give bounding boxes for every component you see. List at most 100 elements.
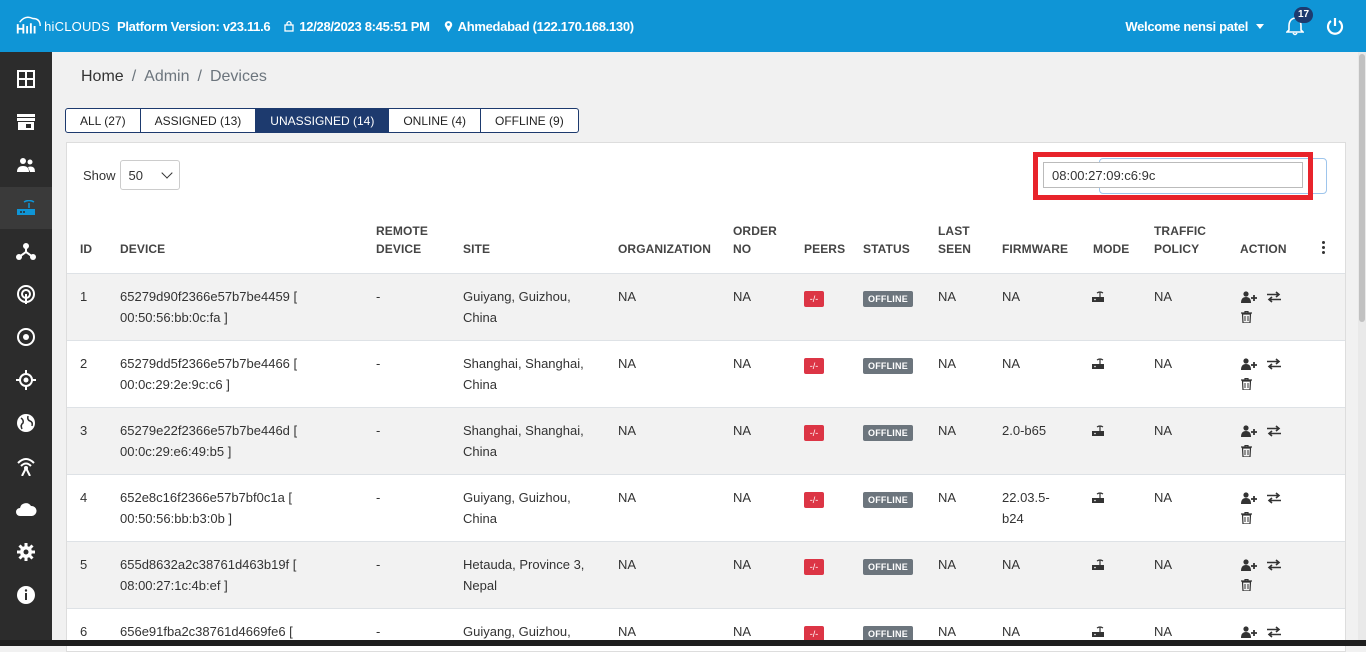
- sidebar-item-cloud[interactable]: [0, 488, 52, 530]
- swap-icon[interactable]: [1267, 626, 1281, 638]
- cell-device[interactable]: 65279dd5f2366e57b7be4466 [00:0c:29:2e:9c…: [120, 353, 297, 395]
- column-header-id[interactable]: ID: [80, 240, 92, 258]
- column-header-organization[interactable]: ORGANIZATION: [618, 240, 711, 258]
- assign-user-icon[interactable]: [1241, 559, 1257, 571]
- cell-remote-device: -: [376, 624, 381, 639]
- sidebar-item-target[interactable]: [0, 316, 52, 358]
- peers-badge: -/-: [804, 358, 824, 374]
- column-options-menu-icon[interactable]: [1322, 241, 1326, 254]
- cell-device[interactable]: 65279e22f2366e57b7be446d [00:0c:29:e6:49…: [120, 420, 297, 462]
- swap-icon[interactable]: [1267, 291, 1281, 303]
- info-icon: [17, 586, 35, 604]
- tab-assigned[interactable]: ASSIGNED (13): [141, 109, 257, 132]
- cell-traffic-policy: NA: [1154, 356, 1173, 371]
- cell-site: Hetauda, Province 3, Nepal: [463, 557, 585, 593]
- column-header-order-no[interactable]: ORDER NO: [733, 222, 777, 258]
- router-mode-icon: [1092, 492, 1104, 503]
- search-input[interactable]: [1043, 162, 1303, 188]
- cell-id: 6: [80, 624, 88, 639]
- column-header-device[interactable]: DEVICE: [120, 240, 165, 258]
- cell-device[interactable]: 652e8c16f2366e57b7bf0c1a [00:50:56:bb:b3…: [120, 487, 292, 529]
- sidebar-item-info[interactable]: [0, 574, 52, 616]
- column-header-mode[interactable]: MODE: [1093, 240, 1129, 258]
- swap-icon[interactable]: [1267, 425, 1281, 437]
- breadcrumb-admin[interactable]: Admin: [144, 68, 189, 86]
- status-badge: OFFLINE: [863, 492, 913, 508]
- sidebar-item-wireless[interactable]: [0, 445, 52, 487]
- cell-firmware: NA: [1002, 624, 1021, 639]
- column-header-last-seen[interactable]: LAST SEEN: [938, 222, 971, 258]
- delete-icon[interactable]: [1241, 445, 1252, 457]
- table-row: 2 65279dd5f2366e57b7be4466 [00:0c:29:2e:…: [67, 340, 1345, 407]
- swap-icon[interactable]: [1267, 559, 1281, 571]
- tab-offline[interactable]: OFFLINE (9): [481, 109, 578, 132]
- column-header-traffic-policy[interactable]: TRAFFIC POLICY: [1154, 222, 1206, 258]
- platform-version: Platform Version: v23.11.6: [117, 18, 271, 34]
- cell-device[interactable]: 656e91fba2c38761d4669fe6 [: [120, 621, 293, 642]
- tab-all[interactable]: ALL (27): [66, 109, 141, 132]
- peers-badge: -/-: [804, 291, 824, 307]
- column-header-site[interactable]: SITE: [463, 240, 490, 258]
- cell-last-seen: NA: [938, 423, 957, 438]
- column-header-remote-device[interactable]: REMOTE DEVICE: [376, 222, 428, 258]
- cell-order-no: NA: [733, 624, 752, 639]
- cell-remote-device: -: [376, 557, 381, 572]
- breadcrumb-home[interactable]: Home: [81, 68, 124, 86]
- sidebar-item-users[interactable]: [0, 144, 52, 186]
- store-icon: [17, 114, 35, 130]
- delete-icon[interactable]: [1241, 378, 1252, 390]
- assign-user-icon[interactable]: [1241, 425, 1257, 437]
- cell-remote-device: -: [376, 356, 381, 371]
- cell-order-no: NA: [733, 557, 752, 572]
- cell-organization: NA: [618, 557, 637, 572]
- assign-user-icon[interactable]: [1241, 291, 1257, 303]
- swap-icon[interactable]: [1267, 358, 1281, 370]
- cell-last-seen: NA: [938, 289, 957, 304]
- cell-firmware: NA: [1002, 356, 1021, 371]
- page-scrollbar[interactable]: [1358, 52, 1366, 646]
- assign-user-icon[interactable]: [1241, 358, 1257, 370]
- location-display: Ahmedabad (122.170.168.130): [444, 19, 634, 34]
- user-menu[interactable]: Welcome nensi patel: [1125, 19, 1264, 34]
- tab-online[interactable]: ONLINE (4): [389, 109, 482, 132]
- cell-device[interactable]: 65279d90f2366e57b7be4459 [00:50:56:bb:0c…: [120, 286, 297, 328]
- sidebar-item-signal[interactable]: [0, 273, 52, 315]
- sidebar-item-dashboard[interactable]: [0, 58, 52, 100]
- logout-button[interactable]: [1326, 17, 1344, 35]
- cell-last-seen: NA: [938, 490, 957, 505]
- column-header-status[interactable]: STATUS: [863, 240, 910, 258]
- column-header-peers[interactable]: PEERS: [804, 240, 845, 258]
- cell-last-seen: NA: [938, 624, 957, 639]
- cell-device[interactable]: 655d8632a2c38761d463b19f [08:00:27:1c:4b…: [120, 554, 296, 596]
- status-badge: OFFLINE: [863, 291, 913, 307]
- sidebar-item-store[interactable]: [0, 101, 52, 143]
- sidebar-item-global[interactable]: [0, 402, 52, 444]
- cell-traffic-policy: NA: [1154, 289, 1173, 304]
- router-mode-icon: [1092, 559, 1104, 570]
- globe-icon: [17, 414, 35, 432]
- assign-user-icon[interactable]: [1241, 626, 1257, 638]
- delete-icon[interactable]: [1241, 512, 1252, 524]
- sidebar-item-settings[interactable]: [0, 531, 52, 573]
- page-size-select[interactable]: 50: [119, 160, 180, 190]
- sidebar-item-network[interactable]: [0, 230, 52, 272]
- sidebar-item-location[interactable]: [0, 359, 52, 401]
- swap-icon[interactable]: [1267, 492, 1281, 504]
- cell-site: Guiyang, Guizhou, China: [463, 490, 571, 526]
- column-header-firmware[interactable]: FIRMWARE: [1002, 240, 1068, 258]
- logo-icon: [16, 16, 41, 34]
- cell-site: Shanghai, Shanghai, China: [463, 423, 584, 459]
- assign-user-icon[interactable]: [1241, 492, 1257, 504]
- delete-icon[interactable]: [1241, 311, 1252, 323]
- scrollbar-thumb[interactable]: [1359, 54, 1365, 322]
- cell-id: 4: [80, 490, 88, 505]
- delete-icon[interactable]: [1241, 579, 1252, 591]
- notifications-button[interactable]: 17: [1286, 7, 1314, 36]
- target-icon: [17, 328, 35, 346]
- tab-unassigned[interactable]: UNASSIGNED (14): [256, 109, 390, 132]
- cell-firmware: NA: [1002, 289, 1021, 304]
- table-row: 5 655d8632a2c38761d463b19f [08:00:27:1c:…: [67, 541, 1345, 608]
- sidebar-item-devices[interactable]: [0, 187, 52, 229]
- logo[interactable]: hiCLOUDS: [14, 14, 110, 38]
- lock-icon: [284, 20, 294, 32]
